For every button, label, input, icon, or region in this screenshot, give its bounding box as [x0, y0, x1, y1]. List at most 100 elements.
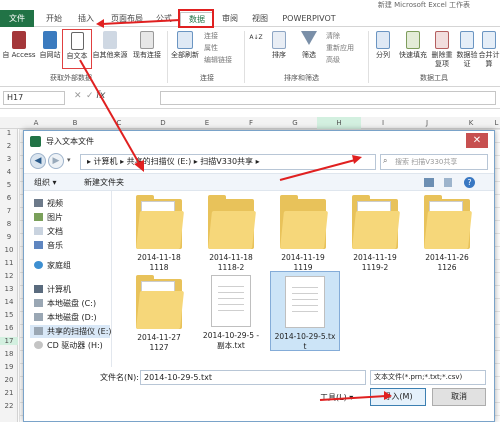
import-button[interactable]: 导入(M)	[370, 388, 426, 406]
preview-pane-icon[interactable]	[444, 178, 452, 187]
nav-item-videos[interactable]: 视频	[34, 197, 63, 210]
insert-function-icon[interactable]: fx	[96, 90, 105, 101]
column-header[interactable]: H	[317, 117, 361, 129]
existing-connections-button[interactable]: 现有连接	[130, 31, 164, 60]
tab-review[interactable]: 审阅	[216, 12, 244, 26]
reapply-link[interactable]: 重新应用	[326, 43, 354, 53]
back-icon[interactable]: ◀	[30, 153, 46, 169]
connections-link[interactable]: 连接	[204, 31, 218, 41]
file-item[interactable]: 2014-11-18 1118-2	[196, 195, 266, 273]
sort-button[interactable]: 排序	[266, 31, 292, 60]
row-header[interactable]: 11	[0, 259, 18, 267]
file-item[interactable]: 2014-11-18 1118	[124, 195, 194, 273]
column-header[interactable]: G	[273, 117, 317, 129]
file-item[interactable]: 2014-11-26 1126	[412, 195, 482, 273]
row-header[interactable]: 2	[0, 142, 18, 150]
edit-links-link[interactable]: 编辑链接	[204, 55, 232, 65]
remove-duplicates-button[interactable]: 删除重复项	[430, 31, 454, 69]
nav-item-drive-h[interactable]: CD 驱动器 (H:)	[34, 339, 103, 352]
nav-item-music[interactable]: 音乐	[34, 239, 63, 252]
column-header[interactable]: I	[361, 117, 405, 129]
tab-formulas[interactable]: 公式	[150, 12, 178, 26]
column-header[interactable]: E	[185, 117, 229, 129]
column-header[interactable]: F	[229, 117, 273, 129]
row-header[interactable]: 16	[0, 324, 18, 332]
file-item-selected[interactable]: 2014-10-29-5.tx t	[270, 271, 340, 351]
close-button[interactable]: ✕	[466, 133, 488, 148]
from-web-button[interactable]: 自网站	[38, 31, 62, 60]
row-header[interactable]: 13	[0, 285, 18, 293]
search-input[interactable]: 搜索 扫描V330共享	[380, 154, 488, 170]
column-header[interactable]: C	[97, 117, 141, 129]
from-other-sources-button[interactable]: 自其他来源	[92, 31, 128, 60]
recent-dropdown-icon[interactable]: ▾	[67, 156, 71, 164]
clear-filter-link[interactable]: 清除	[326, 31, 340, 41]
column-header[interactable]: J	[405, 117, 449, 129]
cancel-button[interactable]: 取消	[432, 388, 486, 406]
row-header[interactable]: 9	[0, 233, 18, 241]
nav-item-pictures[interactable]: 图片	[34, 211, 63, 224]
row-header[interactable]: 21	[0, 389, 18, 397]
new-folder-button[interactable]: 新建文件夹	[84, 177, 124, 188]
cancel-icon[interactable]: ✕	[74, 91, 82, 101]
name-box[interactable]: H17	[3, 91, 65, 105]
consolidate-button[interactable]: 合并计算	[478, 31, 500, 69]
advanced-link[interactable]: 高级	[326, 55, 340, 65]
help-icon[interactable]: ?	[464, 177, 475, 188]
nav-item-homegroup[interactable]: 家庭组	[34, 259, 71, 272]
file-item[interactable]: 2014-11-19 1119-2	[340, 195, 410, 273]
row-header[interactable]: 6	[0, 194, 18, 202]
nav-item-drive-c[interactable]: 本地磁盘 (C:)	[34, 297, 96, 310]
path-breadcrumb[interactable]: ▸ 计算机 ▸ 共享的扫描仪 (E:) ▸ 扫描V330共享 ▸	[80, 154, 376, 170]
tab-insert[interactable]: 插入	[72, 12, 100, 26]
organize-button[interactable]: 组织 ▾	[34, 177, 57, 188]
text-to-columns-button[interactable]: 分列	[372, 31, 394, 60]
column-header[interactable]: A	[19, 117, 53, 129]
column-header[interactable]: K	[449, 117, 493, 129]
data-validation-button[interactable]: 数据验证	[456, 31, 478, 69]
filetype-select[interactable]: 文本文件(*.prn;*.txt;*.csv)	[370, 370, 486, 385]
row-header[interactable]: 3	[0, 155, 18, 163]
tab-data[interactable]: 数据	[180, 12, 214, 26]
file-item[interactable]: 2014-10-29-5 - 副本.txt	[196, 275, 266, 351]
file-item[interactable]: 2014-11-19 1119	[268, 195, 338, 273]
row-header[interactable]: 18	[0, 350, 18, 358]
row-header[interactable]: 17	[0, 337, 18, 345]
tab-powerpivot[interactable]: POWERPIVOT	[278, 12, 340, 26]
nav-item-drive-e[interactable]: 共享的扫描仪 (E:)	[30, 325, 112, 338]
flash-fill-button[interactable]: 快速填充	[396, 31, 430, 60]
row-header[interactable]: 5	[0, 181, 18, 189]
tools-menu[interactable]: 工具(L) ▾	[320, 392, 353, 403]
row-header[interactable]: 7	[0, 207, 18, 215]
formula-input[interactable]	[160, 91, 496, 105]
forward-icon[interactable]: ▶	[48, 153, 64, 169]
row-header[interactable]: 1	[0, 129, 18, 137]
refresh-all-button[interactable]: 全部刷新	[168, 31, 202, 60]
row-header[interactable]: 14	[0, 298, 18, 306]
row-header[interactable]: 22	[0, 402, 18, 410]
row-header[interactable]: 20	[0, 376, 18, 384]
row-header[interactable]: 19	[0, 363, 18, 371]
from-text-button[interactable]: 自文本	[62, 29, 92, 69]
filter-button[interactable]: 筛选	[296, 31, 322, 60]
enter-icon[interactable]: ✓	[86, 91, 94, 101]
nav-item-drive-d[interactable]: 本地磁盘 (D:)	[34, 311, 97, 324]
nav-item-computer[interactable]: 计算机	[34, 283, 71, 296]
row-header[interactable]: 15	[0, 311, 18, 319]
nav-item-documents[interactable]: 文档	[34, 225, 63, 238]
row-header[interactable]: 10	[0, 246, 18, 254]
tab-home[interactable]: 开始	[40, 12, 68, 26]
from-access-button[interactable]: 自 Access	[2, 31, 36, 60]
view-icon[interactable]	[424, 178, 434, 187]
row-header[interactable]: 8	[0, 220, 18, 228]
tab-file[interactable]: 文件	[0, 10, 34, 27]
properties-link[interactable]: 属性	[204, 43, 218, 53]
sort-az-button[interactable]: A↓Z	[248, 33, 264, 42]
filename-input[interactable]: 2014-10-29-5.txt	[140, 370, 366, 385]
tab-page-layout[interactable]: 页面布局	[104, 12, 150, 26]
column-header[interactable]: L	[493, 117, 500, 129]
file-item[interactable]: 2014-11-27 1127	[124, 275, 194, 353]
column-header[interactable]: D	[141, 117, 185, 129]
row-header[interactable]: 4	[0, 168, 18, 176]
row-header[interactable]: 12	[0, 272, 18, 280]
